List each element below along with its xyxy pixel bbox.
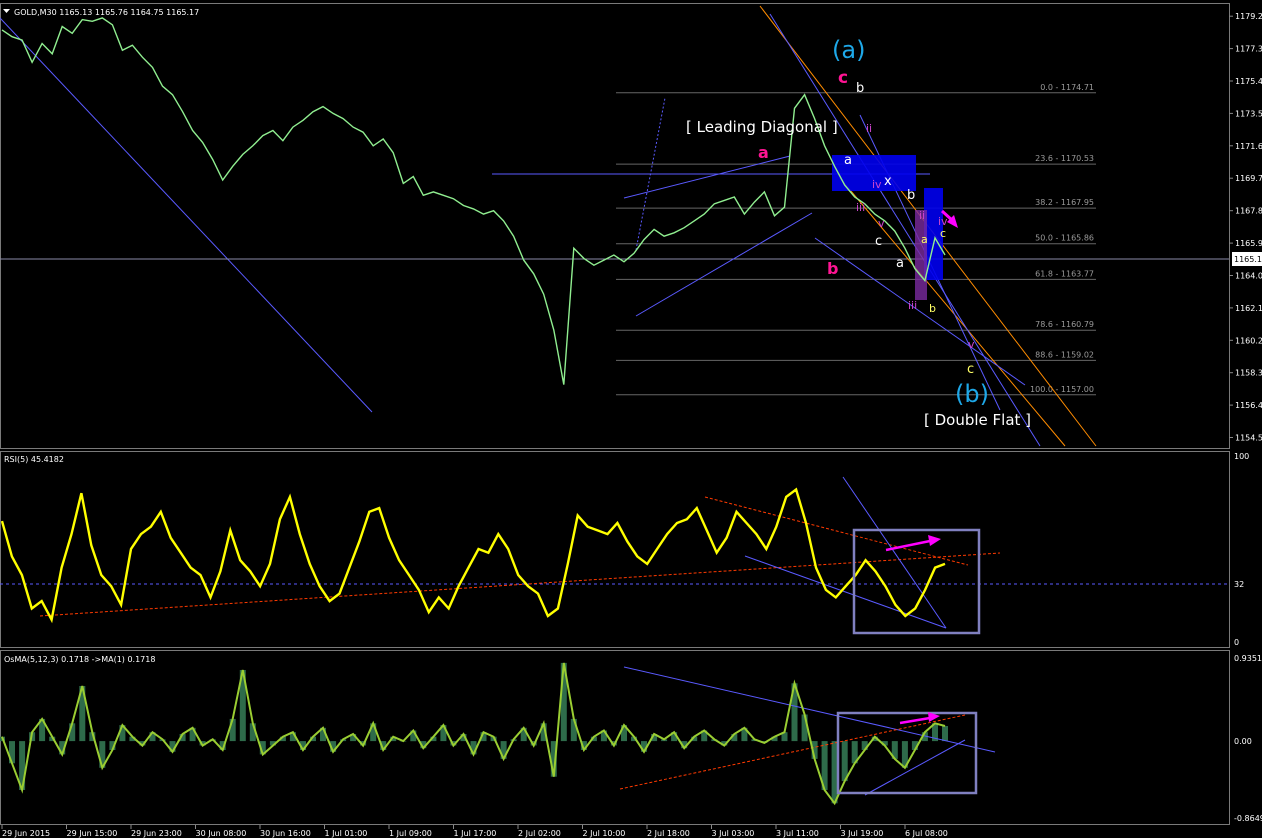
price-tick-label: 1165.9: [1235, 239, 1262, 248]
price-tick-label: 1164.0: [1235, 272, 1262, 281]
rsi-tick-bottom: 0: [1234, 638, 1239, 647]
label-pink-c: c: [838, 68, 848, 88]
time-tick-label: 3 Jul 03:00: [712, 829, 755, 838]
diagonal-upper-line[interactable]: [623, 155, 791, 199]
fib-label: 50.0 - 1165.86: [1035, 234, 1094, 243]
rsi-magenta-arrow-line: [885, 539, 931, 552]
price-panel-title: GOLD,M30 1165.13 1165.76 1164.75 1165.17: [14, 8, 199, 17]
price-panel[interactable]: 0.0 - 1174.71 23.6 - 1170.53 38.2 - 1167.9…: [0, 5, 1262, 447]
time-tick-label: 2 Jul 02:00: [518, 829, 561, 838]
time-tick-label: 29 Jun 15:00: [67, 829, 118, 838]
label-pink-a: a: [758, 143, 769, 162]
label-w-b-mid: b: [907, 188, 915, 203]
rsi-tick-mid: 32: [1234, 580, 1244, 589]
price-tick-label: 1179.2: [1235, 12, 1262, 21]
rsi-series-line[interactable]: [0, 487, 946, 624]
purple-zone-box[interactable]: [915, 210, 927, 300]
label-w-b-low: b: [929, 302, 936, 315]
label-w-b-top: b: [856, 81, 864, 96]
price-tick-label: 1162.1: [1235, 304, 1262, 313]
fib-label: 100.0 - 1157.00: [1030, 385, 1094, 394]
time-axis: 29 Jun 2015 29 Jun 15:00 29 Jun 23:00 30 Ju…: [1, 825, 948, 838]
price-tick-label: 1154.5: [1235, 434, 1262, 443]
rsi-title: RSI(5) 45.4182: [4, 455, 64, 464]
time-tick-label: 1 Jul 17:00: [454, 829, 497, 838]
osma-bar: [831, 741, 838, 804]
rsi-panel[interactable]: RSI(5) 45.4182 100 32 0: [0, 452, 1249, 647]
time-tick-label: 2 Jul 18:00: [647, 829, 690, 838]
fib-label: 23.6 - 1170.53: [1035, 154, 1094, 163]
label-v-ii: ii: [866, 122, 872, 135]
price-tick-label: 1173.5: [1235, 109, 1262, 118]
label-leading-diagonal: [ Leading Diagonal ]: [686, 118, 838, 136]
rsi-magenta-arrow-head: [928, 535, 941, 546]
panel-frames: [0, 3, 1230, 825]
rsi-tick-top: 100: [1234, 452, 1249, 461]
price-tick-label: 1167.8: [1235, 207, 1262, 216]
osma-title: OsMA(5,12,3) 0.1718 ->MA(1) 0.1718: [4, 655, 155, 664]
time-tick-label: 30 Jun 16:00: [260, 829, 311, 838]
time-tick-label: 3 Jul 19:00: [841, 829, 884, 838]
osma-magenta-arrow-line: [899, 716, 931, 725]
rsi-blue-line-2: [744, 555, 947, 629]
blue-channel-1[interactable]: [769, 13, 1041, 447]
osma-histogram[interactable]: [0, 662, 948, 804]
label-pink-b: b: [827, 259, 838, 278]
label-w-a-low: a: [896, 256, 904, 271]
label-double-flat: [ Double Flat ]: [924, 411, 1031, 429]
label-v-ii2: ii: [919, 209, 925, 222]
label-c-low: c: [967, 362, 974, 377]
price-tick-label: 1171.6: [1235, 142, 1262, 151]
time-tick-label: 1 Jul 09:00: [389, 829, 432, 838]
time-tick-label: 29 Jun 2015: [2, 829, 50, 838]
label-w-c: c: [875, 234, 882, 249]
rsi-support-line: [39, 552, 1001, 617]
trend-lines[interactable]: [0, 5, 1229, 447]
time-tick-label: 1 Jul 01:00: [325, 829, 368, 838]
label-v-iv: iv: [872, 178, 882, 191]
label-v-v2: v: [968, 338, 975, 351]
time-tick-label: 30 Jun 08:00: [196, 829, 247, 838]
osma-tick-bottom: -0.8649: [1234, 814, 1262, 823]
price-tick-label: 1158.3: [1235, 369, 1262, 378]
price-panel-frame: [0, 3, 1230, 449]
label-v-iii: iii: [856, 201, 865, 214]
time-tick-label: 29 Jun 23:00: [131, 829, 182, 838]
osma-tick-mid: 0.00: [1234, 737, 1252, 746]
fib-label: 61.8 - 1163.77: [1035, 269, 1094, 278]
osma-bar: [942, 726, 948, 742]
price-tick-label: 1160.2: [1235, 336, 1262, 345]
label-w-x: x: [884, 174, 892, 189]
price-tick-label: 1175.4: [1235, 77, 1262, 86]
diagonal-lower-line[interactable]: [635, 212, 813, 317]
fib-label: 78.6 - 1160.79: [1035, 320, 1094, 329]
label-v-v: v: [878, 217, 885, 230]
fib-label: 0.0 - 1174.71: [1040, 83, 1094, 92]
osma-tick-top: 0.9351: [1234, 654, 1262, 663]
label-wave-b-big: (b): [955, 380, 989, 408]
label-v-iii2: iii: [908, 299, 917, 312]
price-tick-label: 1177.3: [1235, 45, 1262, 54]
mt4-chart-terminal[interactable]: 0.0 - 1174.71 23.6 - 1170.53 38.2 - 1167.9…: [0, 0, 1262, 838]
price-axis: 1179.2 1177.3 1175.4 1173.5 1171.6 1169.7 1167…: [1229, 12, 1262, 443]
rsi-panel-frame: [0, 451, 1230, 648]
fib-label: 88.6 - 1159.02: [1035, 350, 1094, 359]
time-tick-label: 2 Jul 10:00: [583, 829, 626, 838]
osma-panel[interactable]: OsMA(5,12,3) 0.1718 ->MA(1) 0.1718 0.935…: [0, 654, 1262, 823]
price-tick-label: 1169.7: [1235, 174, 1262, 183]
fib-label: 38.2 - 1167.95: [1035, 198, 1094, 207]
long-downtrend-line[interactable]: [0, 17, 373, 413]
label-w-a-small: a: [921, 233, 928, 246]
price-tick-label: 1156.4: [1235, 401, 1262, 410]
label-y-c2: c: [940, 227, 946, 240]
label-w-a-mid: a: [844, 153, 852, 168]
current-price-label: 1165.1: [1234, 255, 1262, 264]
label-wave-a-big: (a): [832, 36, 865, 64]
time-tick-label: 6 Jul 08:00: [905, 829, 948, 838]
time-tick-label: 3 Jul 11:00: [776, 829, 819, 838]
dropdown-triangle-icon[interactable]: [3, 9, 10, 13]
price-series-line[interactable]: [1, 17, 946, 385]
osma-bar: [841, 741, 848, 782]
